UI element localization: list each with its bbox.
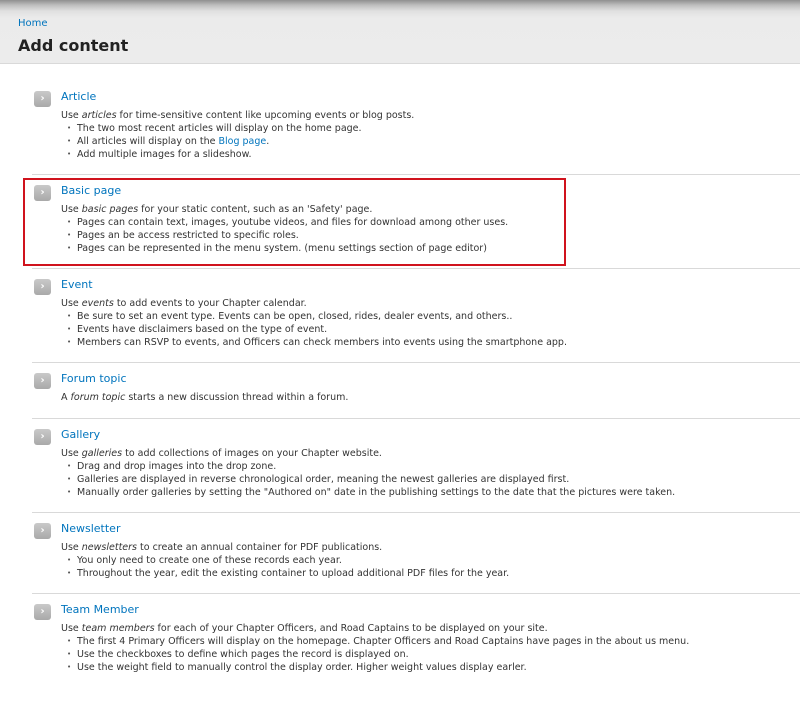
content-type-title[interactable]: Gallery [61,428,100,441]
chevron-right-icon[interactable]: › [34,373,51,389]
content-type-title[interactable]: Event [61,278,93,291]
list-item: All articles will display on the Blog pa… [67,136,269,147]
list-item: The first 4 Primary Officers will displa… [67,636,689,647]
highlight-box [23,178,566,266]
page-title: Add content [18,36,129,55]
chevron-right-icon[interactable]: › [34,429,51,445]
list-item: Use the weight field to manually control… [67,662,527,673]
chevron-right-icon[interactable]: › [34,604,51,620]
chevron-right-icon[interactable]: › [34,523,51,539]
list-item: Drag and drop images into the drop zone. [67,461,276,472]
list-item: Throughout the year, edit the existing c… [67,568,509,579]
content-type-description: Use galleries to add collections of imag… [61,448,382,459]
blog-page-link[interactable]: Blog page [219,136,267,147]
list-item: Events have disclaimers based on the typ… [67,324,327,335]
page-header: Home Add content [0,0,800,64]
divider [32,174,800,175]
content-type-description: A forum topic starts a new discussion th… [61,392,349,403]
content-type-title[interactable]: Team Member [61,603,139,616]
content-type-title[interactable]: Newsletter [61,522,120,535]
breadcrumb-home[interactable]: Home [18,18,48,29]
list-item: Members can RSVP to events, and Officers… [67,337,567,348]
chevron-right-icon[interactable]: › [34,279,51,295]
content-type-description: Use events to add events to your Chapter… [61,298,307,309]
list-item: Use the checkboxes to define which pages… [67,649,409,660]
list-item: Galleries are displayed in reverse chron… [67,474,569,485]
chevron-right-icon[interactable]: › [34,91,51,107]
content-type-title[interactable]: Forum topic [61,372,127,385]
content-type-description: Use articles for time-sensitive content … [61,110,415,121]
list-item: Be sure to set an event type. Events can… [67,311,512,322]
content-type-title[interactable]: Article [61,90,96,103]
divider [32,268,800,269]
list-item: Add multiple images for a slideshow. [67,149,252,160]
divider [32,418,800,419]
divider [32,512,800,513]
content-type-description: Use team members for each of your Chapte… [61,623,548,634]
list-item: The two most recent articles will displa… [67,123,362,134]
divider [32,593,800,594]
list-item: You only need to create one of these rec… [67,555,342,566]
content-type-description: Use newsletters to create an annual cont… [61,542,383,553]
divider [32,362,800,363]
list-item: Manually order galleries by setting the … [67,487,675,498]
